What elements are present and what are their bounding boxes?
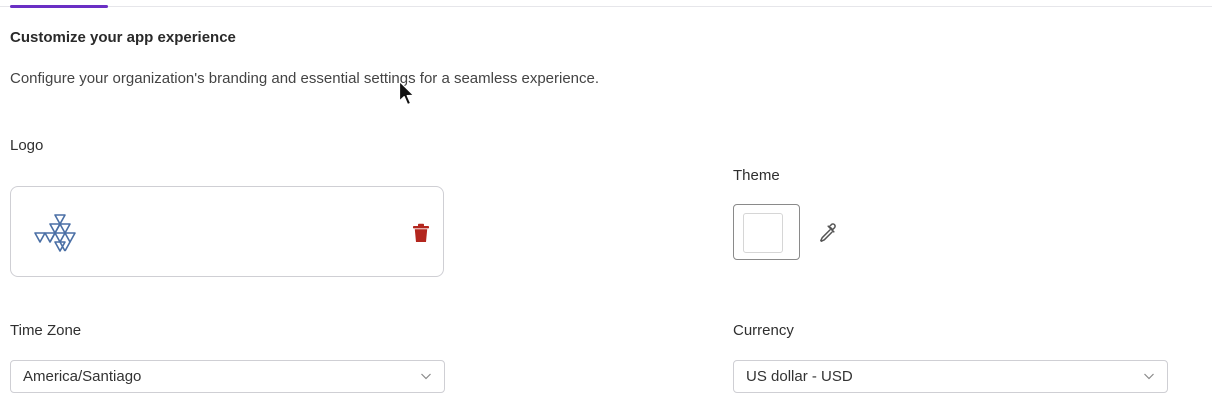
currency-select[interactable]: US dollar - USD — [733, 360, 1168, 393]
timezone-select[interactable]: America/Santiago — [10, 360, 445, 393]
section-title: Customize your app experience — [10, 29, 236, 46]
delete-logo-button[interactable] — [412, 223, 430, 243]
theme-color-preview — [743, 213, 783, 253]
logo-upload-box[interactable] — [10, 186, 444, 277]
chevron-down-icon — [1144, 373, 1154, 380]
currency-label: Currency — [733, 322, 794, 339]
organization-logo-icon — [34, 214, 76, 252]
chevron-down-icon — [421, 373, 431, 380]
active-tab-indicator — [10, 5, 108, 8]
timezone-selected-value: America/Santiago — [23, 368, 142, 385]
logo-label: Logo — [10, 137, 44, 154]
timezone-label: Time Zone — [10, 322, 82, 339]
theme-color-swatch[interactable] — [733, 204, 800, 260]
tab-bar-divider — [0, 6, 1212, 7]
eyedropper-icon[interactable] — [817, 221, 839, 243]
theme-label: Theme — [733, 167, 780, 184]
currency-selected-value: US dollar - USD — [746, 368, 853, 385]
settings-page: Customize your app experience Configure … — [0, 0, 1212, 420]
section-description: Configure your organization's branding a… — [10, 70, 600, 87]
